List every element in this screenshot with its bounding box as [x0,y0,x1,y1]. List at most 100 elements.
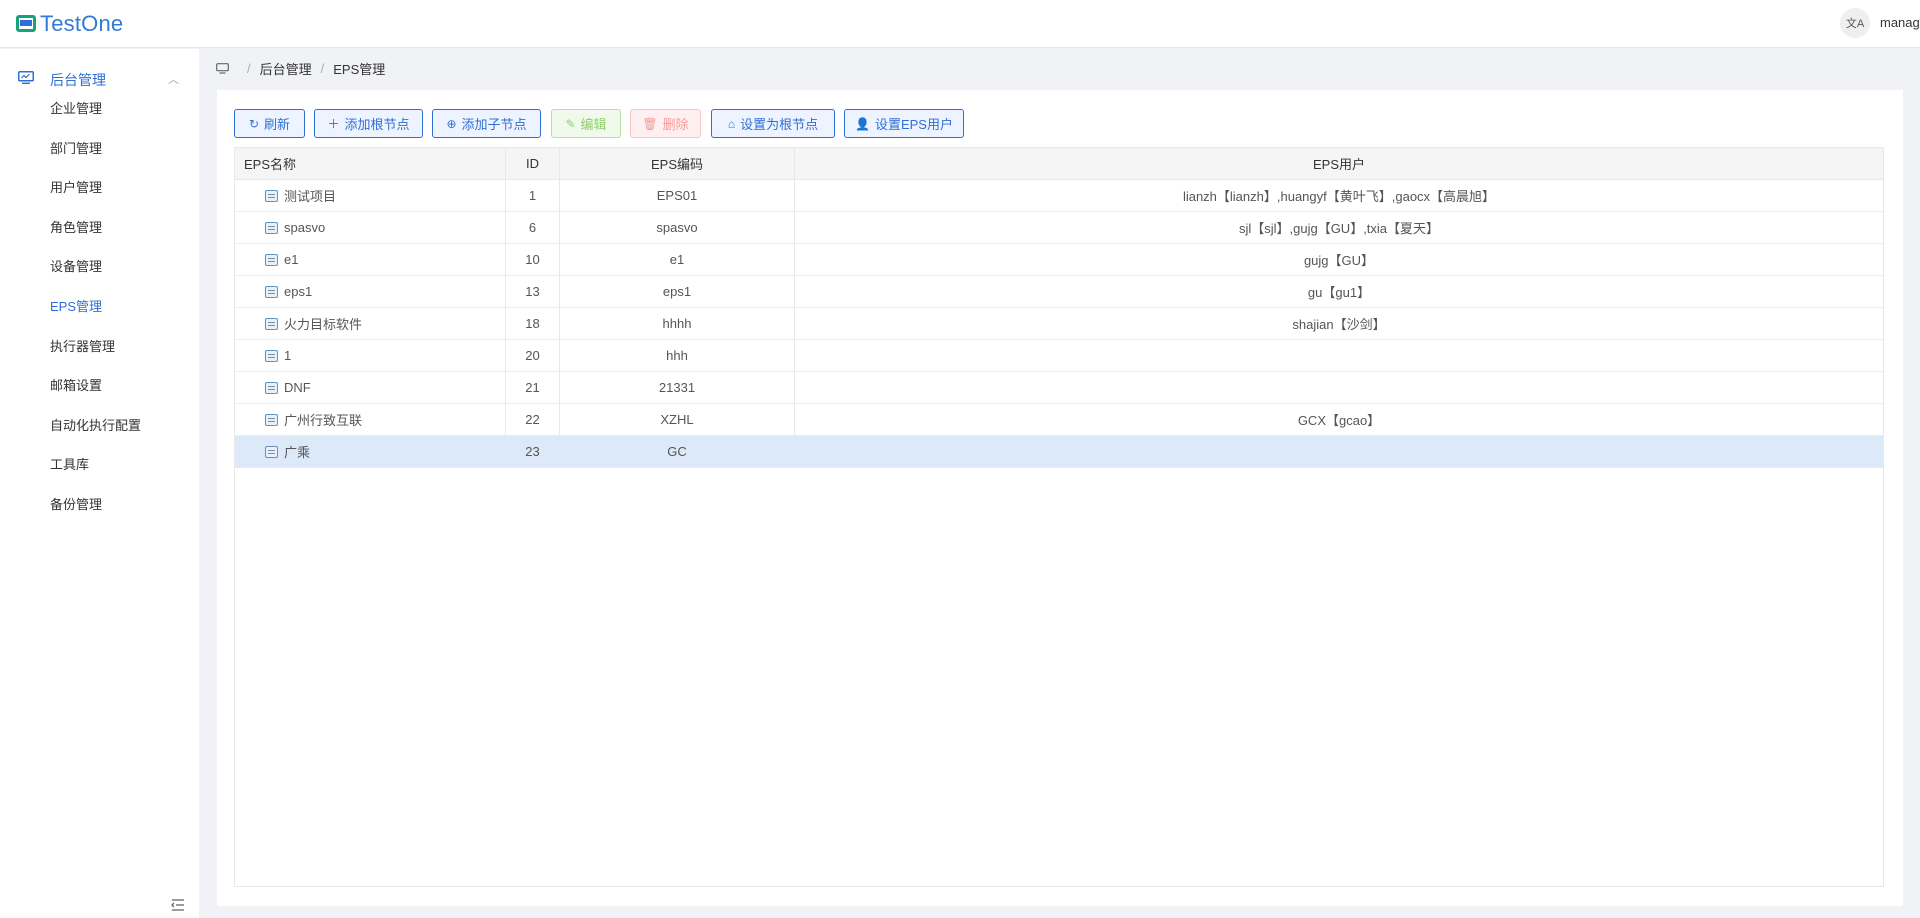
set-eps-user-button[interactable]: 👤 设置EPS用户 [844,109,964,138]
translate-glyph: 文A [1845,18,1865,30]
monitor-icon [18,71,34,84]
cell-name-text: 测试项目 [284,189,337,204]
cell-name: eps1 [265,276,312,307]
cell-id: 21 [525,380,540,395]
cell-users: shajian【沙剑】 [1292,317,1386,332]
cell-users: gu【gu1】 [1307,285,1371,300]
eps-table: EPS名称 ID EPS编码 EPS用户 测试项目 1 EPS01 lianzh【li… [234,147,1884,887]
sidebar-group-label: 后台管理 [50,72,106,88]
tree-node-icon [265,349,278,362]
tree-node-icon [265,413,278,426]
table-row[interactable]: 火力目标软件 18 hhhh shajian【沙剑】 [235,308,1883,340]
edit-button[interactable]: ✎ 编辑 [551,109,621,138]
table-row[interactable]: DNF 21 21331 [235,372,1883,404]
table-row[interactable]: eps1 13 eps1 gu【gu1】 [235,276,1883,308]
table-row[interactable]: 测试项目 1 EPS01 lianzh【lianzh】,huangyf【黄叶飞】,ga… [235,180,1883,212]
cell-name-text: eps1 [284,284,313,299]
table-row[interactable]: spasvo 6 spasvo sjl【sjl】,gujg【GU】,txia【夏天】 [235,212,1883,244]
tree-node-icon [265,221,278,234]
monitor-icon[interactable] [216,62,229,74]
cell-name-text: 广州行致互联 [284,413,363,428]
tree-node-icon [265,317,278,330]
cell-name: 1 [265,340,291,371]
logo[interactable]: TestOne [16,10,123,38]
cell-code: hhh [666,348,688,363]
sidebar-item-executors[interactable]: 执行器管理 [50,337,115,357]
breadcrumb-separator: / [320,60,325,76]
sidebar-item-backup[interactable]: 备份管理 [50,495,102,515]
logo-text: TestOne [40,11,124,36]
breadcrumb-parent[interactable]: 后台管理 [260,59,312,78]
refresh-icon: ↻ [248,116,260,131]
translate-icon[interactable]: 文A [1840,8,1870,38]
col-header-name[interactable]: EPS名称 [244,148,296,179]
cell-users [795,436,1883,467]
cell-name-text: 火力目标软件 [284,317,363,332]
cell-code: eps1 [662,284,692,299]
cell-name: 广乘 [265,436,310,467]
delete-button[interactable]: 🗑 删除 [630,109,701,138]
sidebar-item-users[interactable]: 用户管理 [50,178,102,198]
user-menu[interactable]: manager [1880,15,1920,30]
table-row[interactable]: 广乘 23 GC [235,436,1883,468]
cell-name: 火力目标软件 [265,308,362,339]
table-row[interactable]: 1 20 hhh [235,340,1883,372]
tree-node-icon [265,381,278,394]
sidebar-item-toolbox[interactable]: 工具库 [50,455,89,475]
refresh-label: 刷新 [264,117,291,132]
set-root-button[interactable]: ⌂ 设置为根节点 [711,109,835,138]
cell-name: 广州行致互联 [265,404,362,435]
set-user-label: 设置EPS用户 [874,117,953,132]
delete-label: 删除 [662,117,689,132]
tree-node-icon [265,445,278,458]
cell-users: sjl【sjl】,gujg【GU】,txia【夏天】 [1238,221,1440,236]
cell-id: 22 [525,412,540,427]
refresh-button[interactable]: ↻ 刷新 [234,109,305,138]
table-row[interactable]: e1 10 e1 gujg【GU】 [235,244,1883,276]
table-row[interactable]: 广州行致互联 22 XZHL GCX【gcao】 [235,404,1883,436]
edit-label: 编辑 [580,117,607,132]
home-icon: ⌂ [727,116,736,131]
menu-fold-icon[interactable] [170,898,186,912]
cell-users: GCX【gcao】 [1297,413,1381,428]
breadcrumb-separator: / [247,60,251,76]
edit-icon: ✎ [565,116,576,131]
cell-name-text: 1 [284,348,292,363]
set-root-label: 设置为根节点 [740,117,819,132]
add-root-label: 添加根节点 [344,117,410,132]
top-header: TestOne 文A manager [0,0,1920,48]
breadcrumb-current: EPS管理 [333,61,386,77]
cell-id: 6 [528,220,537,235]
col-header-users[interactable]: EPS用户 [795,148,1883,179]
col-header-id[interactable]: ID [506,148,559,179]
sidebar-item-enterprise[interactable]: 企业管理 [50,99,102,119]
table-header: EPS名称 ID EPS编码 EPS用户 [235,148,1883,180]
cell-code: e1 [669,252,685,267]
tree-node-icon [265,253,278,266]
plus-icon: ＋ [327,117,340,131]
sidebar-item-eps[interactable]: EPS管理 [50,297,102,317]
cell-name: spasvo [265,212,325,243]
cell-code: spasvo [656,220,698,235]
sidebar-item-devices[interactable]: 设备管理 [50,257,102,277]
col-header-code[interactable]: EPS编码 [560,148,794,179]
add-root-button[interactable]: ＋ 添加根节点 [314,109,423,138]
add-child-button[interactable]: ⊕ 添加子节点 [432,109,541,138]
cell-name: DNF [265,372,311,403]
breadcrumb: / 后台管理 / EPS管理 [216,59,386,78]
cell-code: hhhh [662,316,692,331]
sidebar-item-automation[interactable]: 自动化执行配置 [50,416,141,436]
trash-icon: 🗑 [642,116,658,131]
cell-users: gujg【GU】 [1303,253,1375,268]
sidebar-item-department[interactable]: 部门管理 [50,139,102,159]
cell-name: e1 [265,244,298,275]
cell-name-text: spasvo [284,220,326,235]
sidebar-item-mail[interactable]: 邮箱设置 [50,376,102,396]
tree-node-icon [265,285,278,298]
cell-id: 20 [525,348,540,363]
logo-icon [16,14,36,34]
sidebar: 后台管理 ︿ 企业管理 部门管理 用户管理 角色管理 设备管理 EPS管理 执行… [0,49,199,918]
cell-users [795,340,1883,371]
sidebar-item-roles[interactable]: 角色管理 [50,218,102,238]
sidebar-group-admin[interactable]: 后台管理 ︿ [0,57,199,99]
